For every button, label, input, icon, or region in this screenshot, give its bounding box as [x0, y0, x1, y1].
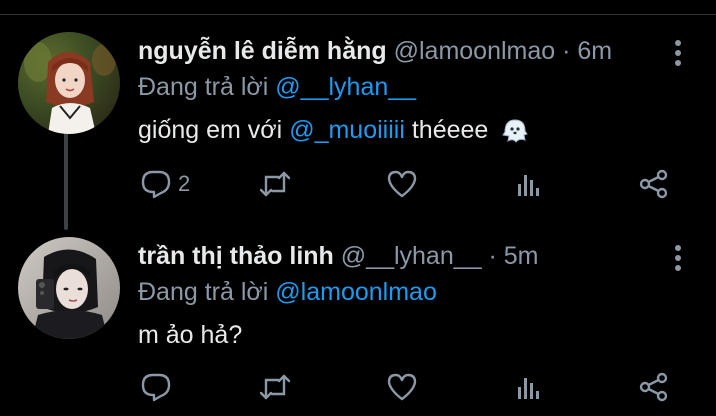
replying-to-label: Đang trả lời: [138, 73, 269, 101]
reply-count: 2: [178, 171, 191, 196]
share-button[interactable]: [638, 166, 670, 202]
divider: [0, 14, 716, 15]
share-icon: [639, 169, 668, 199]
tweet-text: m ảo hả?: [138, 321, 243, 349]
tweet-header: nguyễn lê diễm hằng @lamoonlmao · 6m: [138, 36, 612, 66]
share-button[interactable]: [638, 369, 670, 405]
more-vertical-icon[interactable]: [668, 38, 688, 68]
tweet-text: giống em với @_muoiiiii théeee: [138, 115, 529, 146]
heart-icon: [387, 373, 417, 401]
display-name[interactable]: trần thị thảo linh: [138, 242, 334, 270]
separator-dot: ·: [488, 242, 497, 270]
timestamp[interactable]: 5m: [504, 242, 539, 270]
display-name[interactable]: nguyễn lê diễm hằng: [138, 37, 387, 65]
tweet-text-part: théeee: [411, 116, 489, 144]
like-button[interactable]: [386, 369, 418, 405]
replying-to: Đang trả lời @__lyhan__: [138, 72, 416, 102]
ghost-emoji-icon: [499, 116, 529, 146]
avatar[interactable]: [18, 237, 120, 339]
retweet-icon: [259, 374, 291, 400]
view-stats-button[interactable]: [514, 369, 544, 405]
user-handle[interactable]: @__lyhan__: [341, 242, 482, 270]
tweet-actions: 2: [0, 166, 716, 206]
tweet-text-part: giống em với: [138, 116, 283, 144]
tweet-header: trần thị thảo linh @__lyhan__ · 5m: [138, 241, 539, 271]
user-handle[interactable]: @lamoonlmao: [394, 37, 556, 65]
avatar[interactable]: [18, 32, 120, 134]
replying-to-mention[interactable]: @lamoonlmao: [275, 278, 437, 306]
stats-icon: [518, 378, 539, 399]
view-stats-button[interactable]: [514, 166, 544, 202]
reply-button[interactable]: 2: [140, 166, 190, 202]
tweet-mention[interactable]: @_muoiiiii: [289, 116, 405, 144]
tweet-actions: [0, 369, 716, 409]
more-vertical-icon[interactable]: [668, 243, 688, 273]
stats-icon: [518, 175, 539, 196]
separator-dot: ·: [562, 37, 571, 65]
retweet-button[interactable]: [258, 369, 292, 405]
replying-to-label: Đang trả lời: [138, 278, 269, 306]
reply-icon: [141, 170, 171, 199]
heart-icon: [387, 170, 417, 198]
replying-to-mention[interactable]: @__lyhan__: [275, 73, 416, 101]
like-button[interactable]: [386, 166, 418, 202]
replying-to: Đang trả lời @lamoonlmao: [138, 277, 437, 307]
retweet-button[interactable]: [258, 166, 292, 202]
conversation-thread: nguyễn lê diễm hằng @lamoonlmao · 6m Đan…: [0, 0, 716, 416]
share-icon: [639, 372, 668, 402]
reply-icon: [141, 373, 171, 402]
reply-button[interactable]: [140, 369, 172, 405]
timestamp[interactable]: 6m: [577, 37, 612, 65]
retweet-icon: [259, 171, 291, 197]
